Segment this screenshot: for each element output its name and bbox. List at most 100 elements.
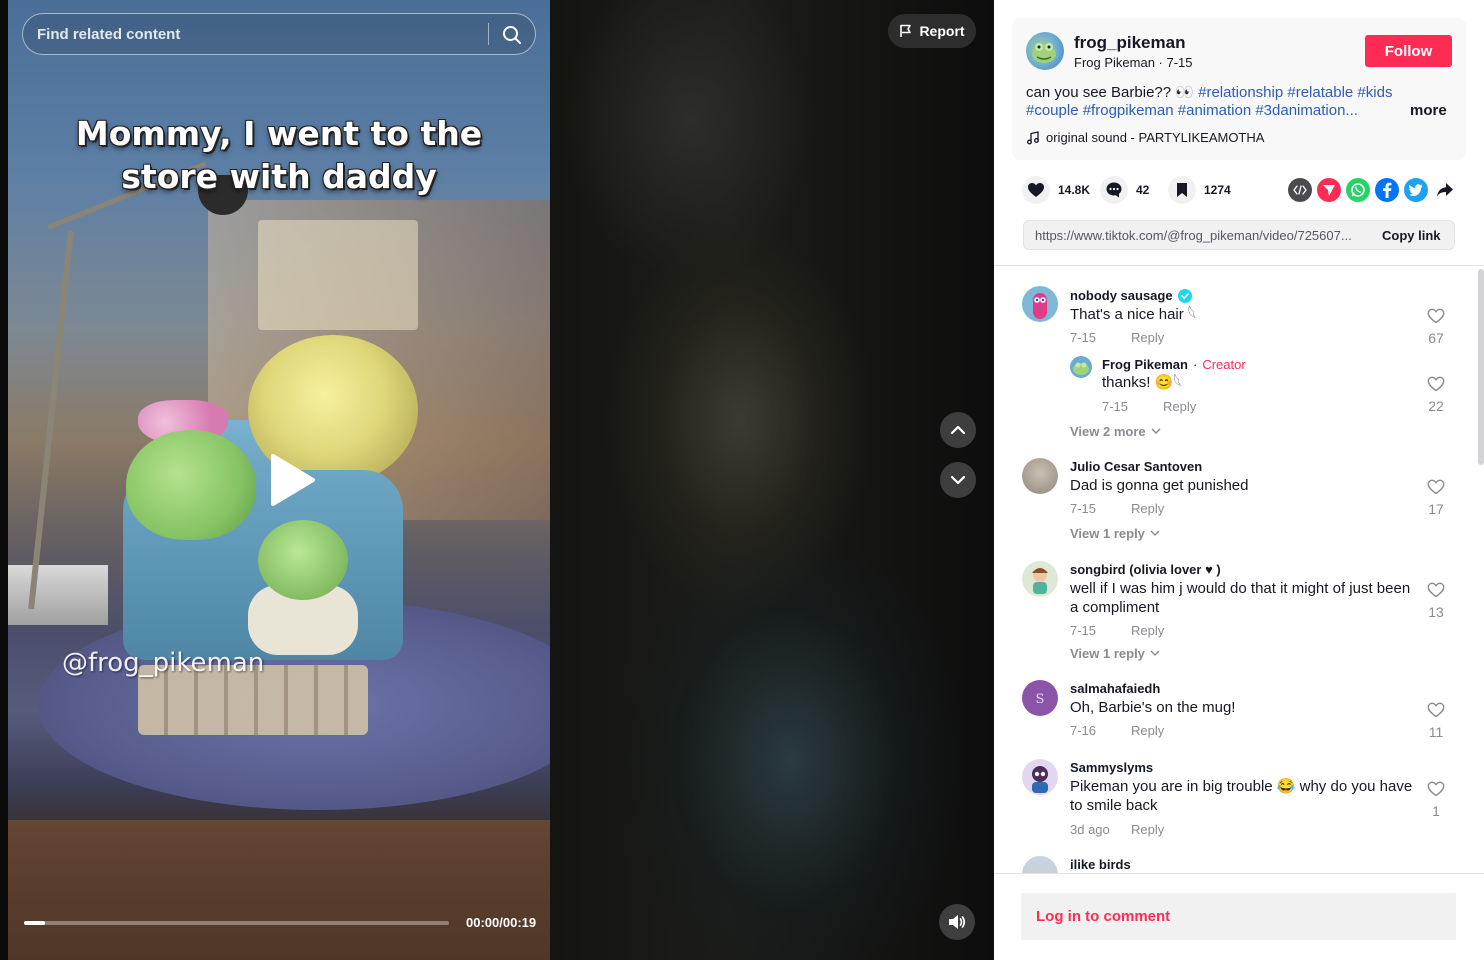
heart-outline-icon — [1427, 582, 1445, 598]
avatar[interactable]: S — [1022, 680, 1058, 716]
hashtag-link[interactable]: #relatable — [1287, 84, 1353, 101]
comment-author[interactable]: ilike birds — [1070, 857, 1131, 872]
whatsapp-icon[interactable] — [1346, 178, 1370, 202]
comment-like-button[interactable]: 22 — [1422, 376, 1450, 414]
scene-frog-kid — [258, 520, 348, 600]
search-input[interactable] — [37, 14, 477, 54]
reply-button[interactable]: Reply — [1131, 822, 1164, 837]
hashtag-link[interactable]: #kids — [1357, 84, 1392, 101]
comment-date: 7-15 — [1070, 330, 1097, 345]
heart-outline-icon — [1427, 702, 1445, 718]
reply-button[interactable]: Reply — [1131, 330, 1164, 345]
copy-link-button[interactable]: Copy link — [1382, 228, 1441, 243]
hashtag-link[interactable]: #relationship — [1198, 84, 1283, 101]
comment-date: 7-15 — [1070, 501, 1097, 516]
music-note-icon — [1027, 130, 1039, 144]
like-action[interactable]: 14.8K — [1022, 176, 1090, 204]
video-link-box: https://www.tiktok.com/@frog_pikeman/vid… — [1023, 220, 1455, 250]
play-icon — [271, 454, 315, 506]
view-more-label: View 2 more — [1070, 424, 1146, 439]
share-arrow-icon[interactable] — [1433, 178, 1457, 202]
follow-button[interactable]: Follow — [1365, 35, 1452, 67]
verified-badge-icon — [1177, 288, 1192, 303]
comment-like-button[interactable]: 13 — [1422, 582, 1450, 620]
chevron-down-icon — [1151, 428, 1161, 435]
view-more-label: View 1 reply — [1070, 526, 1145, 541]
heart-icon — [1022, 176, 1050, 204]
comment-author[interactable]: Sammyslyms — [1070, 760, 1153, 775]
video-player[interactable]: Mommy, I went to the store with daddy @f… — [8, 0, 550, 960]
view-replies-button[interactable]: View 1 reply — [1070, 646, 1160, 661]
reply-button[interactable]: Reply — [1131, 623, 1164, 638]
meta-separator: · — [1158, 55, 1167, 70]
next-video-button[interactable] — [940, 462, 976, 498]
hashtag-link[interactable]: #couple — [1026, 102, 1079, 119]
view-more-replies-button[interactable]: View 2 more — [1070, 424, 1161, 439]
comment-author[interactable]: salmahafaiedh — [1070, 681, 1160, 696]
avatar[interactable] — [1022, 561, 1058, 597]
comment-like-button[interactable]: 11 — [1422, 702, 1450, 740]
comment-like-count: 17 — [1428, 501, 1444, 517]
previous-video-button[interactable] — [940, 412, 976, 448]
reply-button[interactable]: Reply — [1131, 501, 1164, 516]
comment-like-button[interactable]: 67 — [1422, 308, 1450, 346]
reply-button[interactable]: Reply — [1163, 399, 1196, 414]
reply-button[interactable]: Reply — [1131, 723, 1164, 738]
author-handle[interactable]: frog_pikeman — [1074, 33, 1185, 53]
comment-author[interactable]: nobody sausage — [1070, 288, 1192, 303]
scene-floor — [8, 820, 550, 960]
comment-date: 7-16 — [1070, 723, 1097, 738]
login-to-comment-button[interactable]: Log in to comment — [1021, 893, 1456, 940]
comment-like-count: 11 — [1428, 724, 1444, 740]
comments-scrollbar[interactable] — [1478, 269, 1484, 465]
facebook-icon[interactable] — [1375, 178, 1399, 202]
video-watermark: @frog_pikeman — [62, 648, 265, 678]
comment-like-button[interactable]: 17 — [1422, 479, 1450, 517]
twitter-icon[interactable] — [1404, 178, 1428, 202]
comment-like-button[interactable]: 1 — [1422, 781, 1450, 819]
search-bar — [22, 13, 536, 55]
hashtag-link[interactable]: #frogpikeman — [1083, 102, 1174, 119]
action-bar: 14.8K 42 1274 — [1022, 176, 1462, 204]
search-button[interactable] — [497, 20, 527, 50]
view-replies-button[interactable]: View 1 reply — [1070, 526, 1160, 541]
flag-icon — [900, 24, 912, 37]
embed-icon[interactable] — [1288, 178, 1312, 202]
avatar[interactable] — [1022, 856, 1058, 873]
comment-author-name: nobody sausage — [1070, 288, 1173, 303]
report-button[interactable]: Report — [888, 14, 976, 48]
description-more-button[interactable]: more — [1410, 102, 1447, 119]
play-button[interactable] — [262, 450, 322, 510]
avatar[interactable] — [1022, 458, 1058, 494]
author-avatar[interactable] — [1026, 32, 1064, 70]
avatar[interactable] — [1022, 286, 1058, 322]
comment-author-name: Julio Cesar Santoven — [1070, 459, 1203, 474]
author-meta: Frog Pikeman · 7-15 — [1074, 55, 1193, 70]
comment-author[interactable]: Julio Cesar Santoven — [1070, 459, 1202, 474]
comment-text: well if I was him j would do that it mig… — [1070, 580, 1411, 616]
comments-list[interactable]: nobody sausage That's a nice hair 𓆩 7-15… — [994, 266, 1484, 873]
comment-text: Dad is gonna get punished — [1070, 477, 1249, 494]
comment-like-count: 67 — [1428, 330, 1444, 346]
comment-author[interactable]: Frog Pikeman · Creator — [1102, 357, 1246, 372]
heart-outline-icon — [1427, 479, 1445, 495]
caption-line-1: Mommy, I went to the — [75, 114, 483, 153]
hashtag-link[interactable]: #animation — [1178, 102, 1251, 119]
frog-avatar-icon — [1032, 43, 1056, 63]
comment-author-name: salmahafaiedh — [1070, 681, 1161, 696]
composer-divider — [994, 873, 1484, 874]
comment-like-count: 13 — [1428, 604, 1444, 620]
scene-frog-mom — [126, 430, 256, 540]
report-label: Report — [919, 23, 965, 39]
hashtag-link[interactable]: #3danimation... — [1255, 102, 1358, 119]
volume-button[interactable] — [939, 904, 975, 940]
send-icon[interactable] — [1317, 178, 1341, 202]
save-action[interactable]: 1274 — [1168, 176, 1231, 204]
avatar[interactable] — [1070, 356, 1092, 378]
music-link[interactable]: original sound - PARTYLIKEAMOTHA — [1026, 130, 1264, 145]
avatar[interactable] — [1022, 759, 1058, 795]
comment-action[interactable]: 42 — [1100, 176, 1149, 204]
video-progress-bar[interactable] — [24, 921, 449, 925]
left-edge — [0, 0, 8, 960]
comment-author[interactable]: songbird (olivia lover ♥ ) — [1070, 562, 1221, 577]
